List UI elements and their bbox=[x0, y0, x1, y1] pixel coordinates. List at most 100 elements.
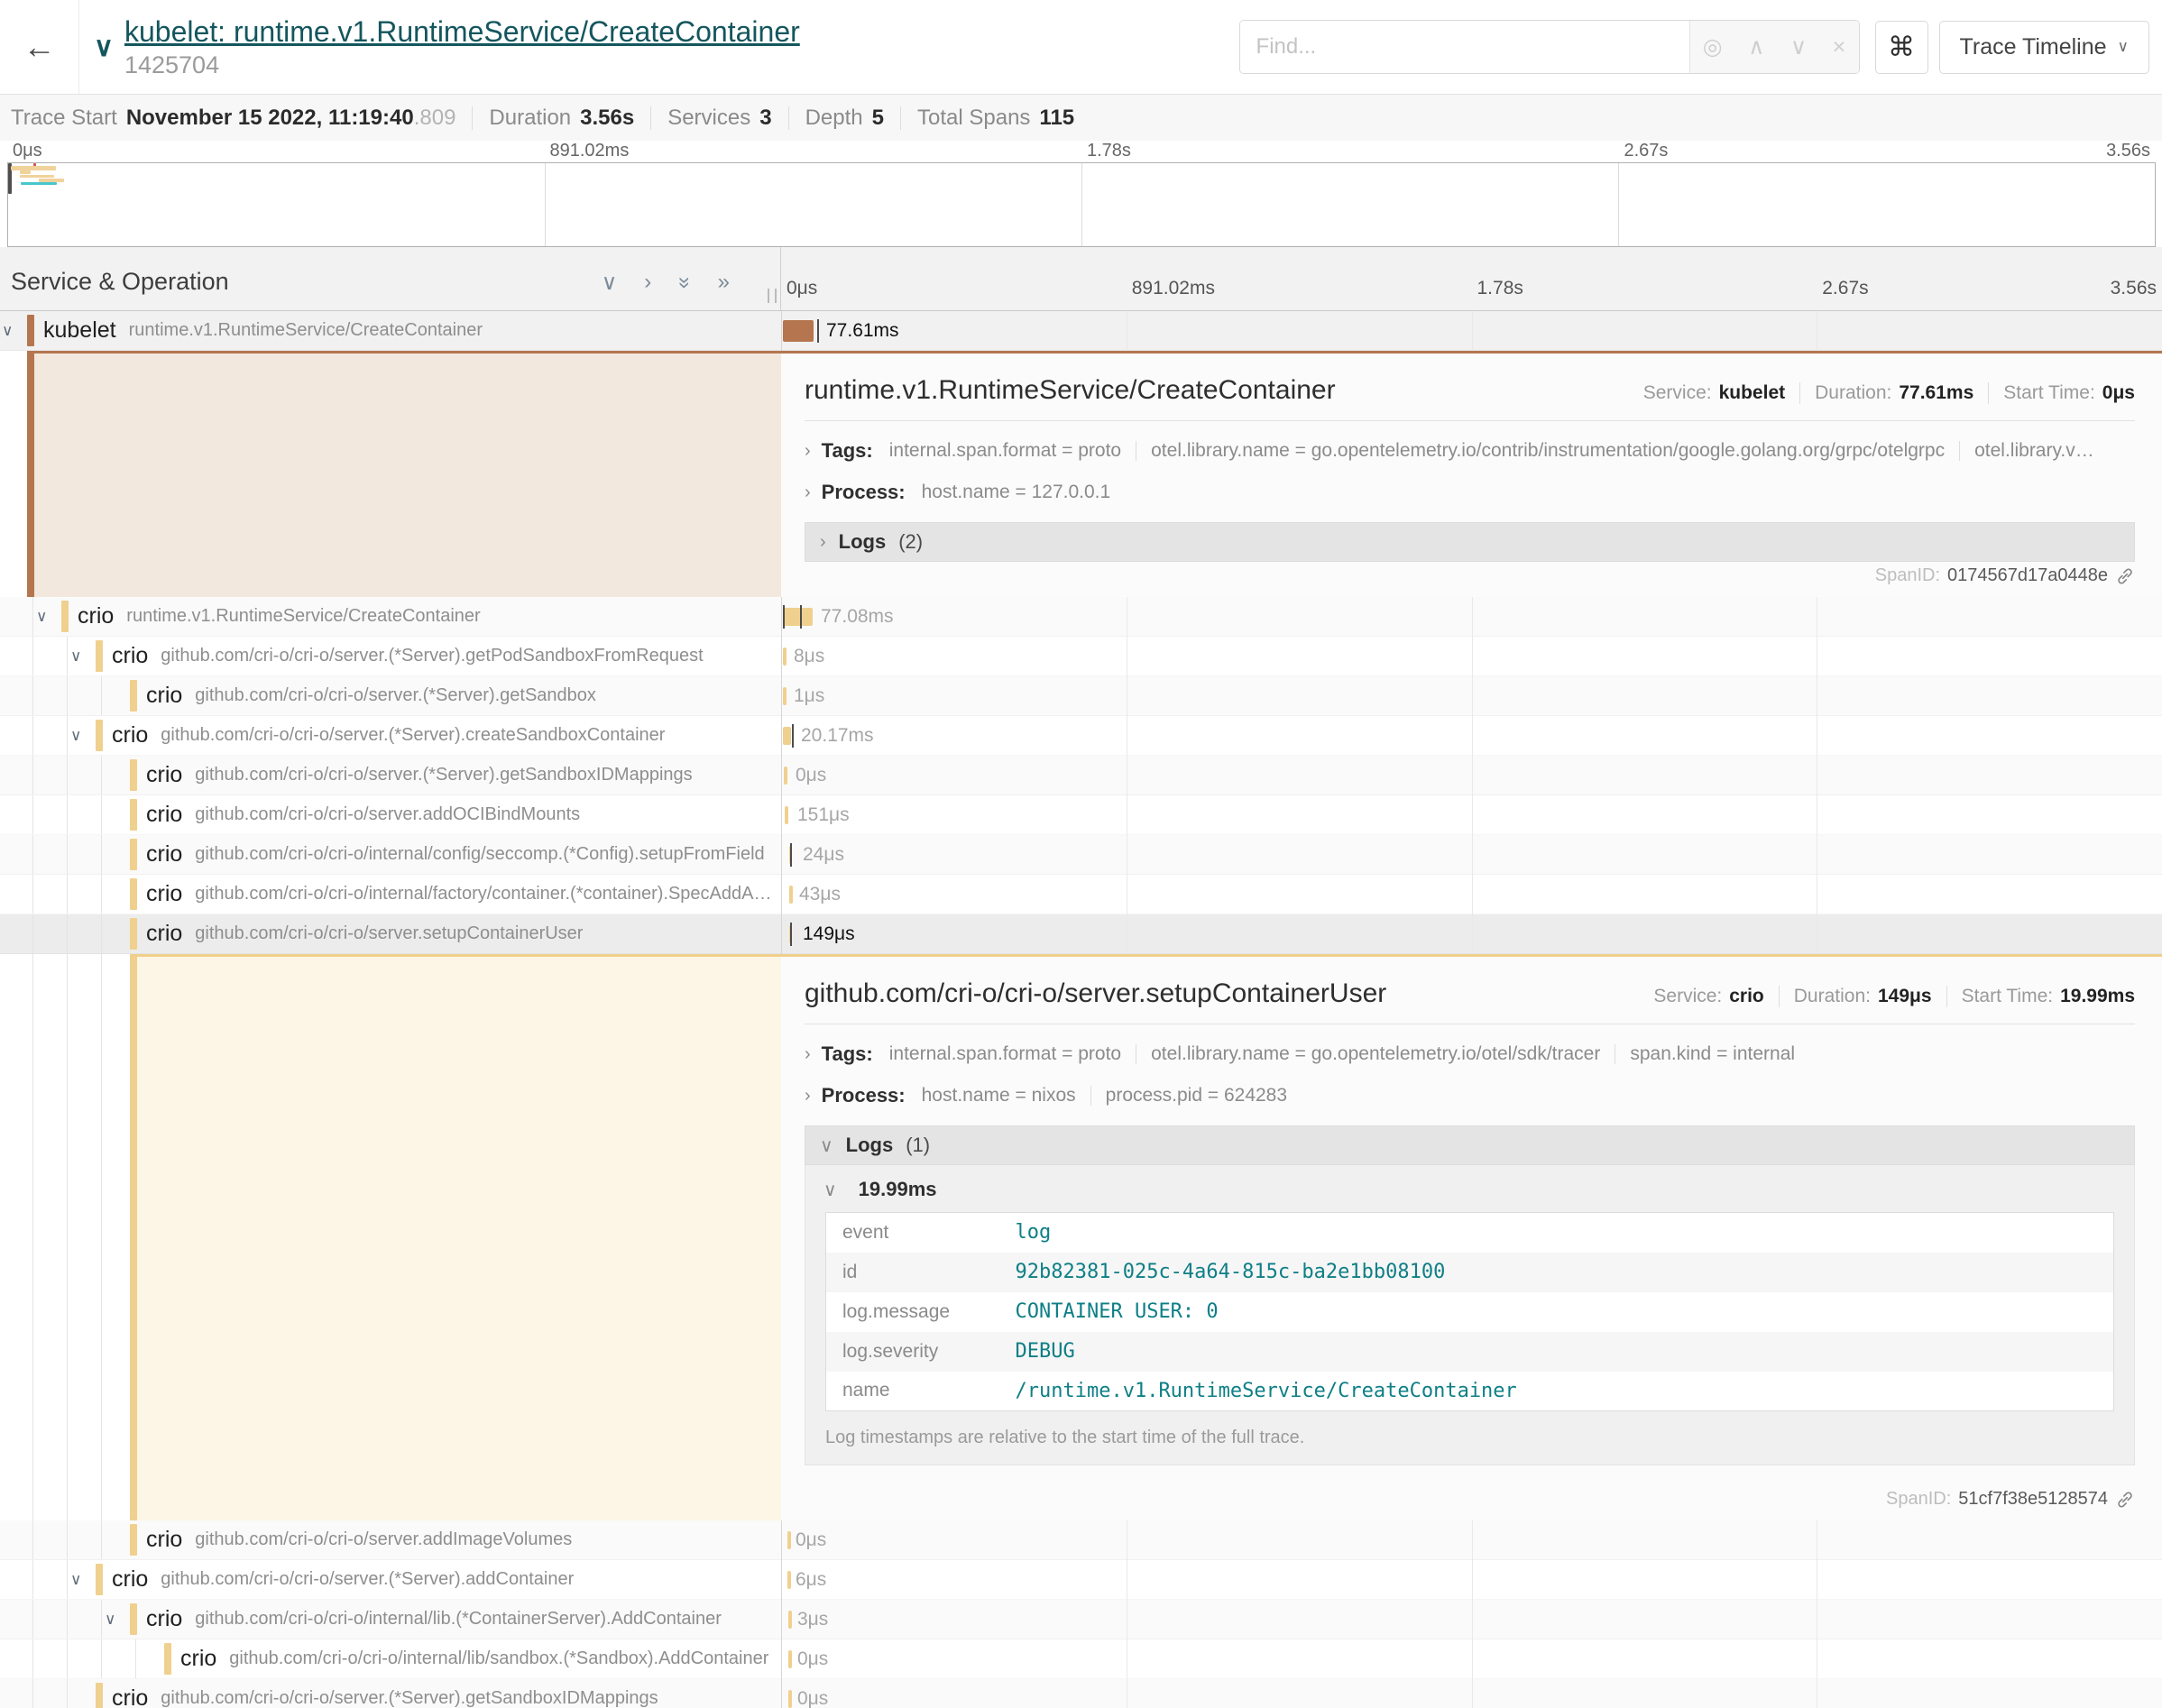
span-duration-bar[interactable] bbox=[788, 1611, 792, 1629]
locate-icon[interactable]: ◎ bbox=[1703, 33, 1723, 60]
span-row[interactable]: criogithub.com/cri-o/cri-o/internal/fact… bbox=[0, 875, 2162, 914]
span-name-cell[interactable]: ∨kubeletruntime.v1.RuntimeService/Create… bbox=[0, 311, 781, 350]
span-row[interactable]: criogithub.com/cri-o/cri-o/internal/lib/… bbox=[0, 1639, 2162, 1679]
logs-toggle-bar[interactable]: ∨ Logs (1) bbox=[805, 1125, 2135, 1165]
span-duration-bar[interactable] bbox=[788, 1650, 792, 1668]
span-detail-card: github.com/cri-o/cri-o/server.setupConta… bbox=[781, 954, 2162, 1520]
span-duration-bar[interactable] bbox=[783, 647, 787, 666]
span-name-cell[interactable]: criogithub.com/cri-o/cri-o/internal/lib/… bbox=[0, 1639, 781, 1678]
process-row[interactable]: › Process: host.name = 127.0.0.1 bbox=[805, 481, 2135, 504]
collapse-chevron-icon[interactable]: ∨ bbox=[70, 1571, 81, 1589]
log-entry-toggle[interactable]: ∨ 19.99ms bbox=[822, 1165, 2118, 1212]
span-timeline-cell[interactable]: 77.61ms bbox=[781, 311, 2162, 350]
trace-collapse-chevron-icon[interactable]: ∨ bbox=[94, 32, 114, 63]
span-name-cell[interactable]: ∨criogithub.com/cri-o/cri-o/server.(*Ser… bbox=[0, 637, 781, 675]
span-row[interactable]: ∨criogithub.com/cri-o/cri-o/server.(*Ser… bbox=[0, 716, 2162, 756]
start-time-label: Start Time: bbox=[1962, 986, 2054, 1007]
span-row[interactable]: criogithub.com/cri-o/cri-o/internal/conf… bbox=[0, 835, 2162, 875]
back-button[interactable]: ← bbox=[0, 0, 79, 94]
span-name-cell[interactable]: criogithub.com/cri-o/cri-o/server.(*Serv… bbox=[0, 676, 781, 715]
collapse-chevron-icon[interactable]: ∨ bbox=[2, 322, 13, 340]
tags-row[interactable]: › Tags: internal.span.format = protootel… bbox=[805, 439, 2135, 463]
collapse-chevron-icon[interactable]: ∨ bbox=[70, 727, 81, 745]
span-row[interactable]: criogithub.com/cri-o/cri-o/server.(*Serv… bbox=[0, 756, 2162, 795]
collapse-one-icon[interactable]: ∨ bbox=[602, 270, 618, 296]
span-name-cell[interactable]: criogithub.com/cri-o/cri-o/server.setupC… bbox=[0, 914, 781, 953]
span-timeline-cell[interactable]: 24μs bbox=[781, 835, 2162, 874]
span-duration-bar[interactable] bbox=[783, 687, 787, 705]
span-duration-bar[interactable] bbox=[788, 1690, 792, 1708]
span-name-cell[interactable]: ∨crioruntime.v1.RuntimeService/CreateCon… bbox=[0, 597, 781, 636]
span-timeline-cell[interactable]: 151μs bbox=[781, 795, 2162, 834]
span-name-cell[interactable]: criogithub.com/cri-o/cri-o/server.addOCI… bbox=[0, 795, 781, 834]
span-duration-bar[interactable] bbox=[783, 727, 791, 745]
span-timeline-cell[interactable]: 77.08ms bbox=[781, 597, 2162, 636]
span-duration-bar[interactable] bbox=[785, 806, 788, 824]
span-timeline-cell[interactable]: 0μs bbox=[781, 1679, 2162, 1708]
span-timeline-cell[interactable]: 0μs bbox=[781, 1639, 2162, 1678]
span-duration-bar[interactable] bbox=[783, 608, 813, 626]
find-input[interactable] bbox=[1240, 21, 1689, 73]
expand-one-icon[interactable]: › bbox=[644, 270, 651, 296]
view-selector-dropdown[interactable]: Trace Timeline ∨ bbox=[1939, 21, 2149, 74]
span-name-cell[interactable]: ∨criogithub.com/cri-o/cri-o/server.(*Ser… bbox=[0, 1560, 781, 1599]
span-timeline-cell[interactable]: 149μs bbox=[781, 914, 2162, 953]
link-icon[interactable] bbox=[2115, 1490, 2135, 1510]
span-name-cell[interactable]: criogithub.com/cri-o/cri-o/server.(*Serv… bbox=[0, 1679, 781, 1708]
keyboard-shortcuts-button[interactable]: ⌘ bbox=[1875, 21, 1928, 74]
span-timeline-cell[interactable]: 1μs bbox=[781, 676, 2162, 715]
log-field-key: log.severity bbox=[826, 1332, 1016, 1372]
span-duration-bar[interactable] bbox=[789, 886, 793, 904]
span-row[interactable]: ∨criogithub.com/cri-o/cri-o/server.(*Ser… bbox=[0, 1560, 2162, 1600]
process-row[interactable]: › Process: host.name = nixosprocess.pid … bbox=[805, 1084, 2135, 1107]
span-duration-bar[interactable] bbox=[787, 1571, 791, 1589]
span-timeline-cell[interactable]: 0μs bbox=[781, 756, 2162, 794]
span-name-cell[interactable]: ∨criogithub.com/cri-o/cri-o/server.(*Ser… bbox=[0, 716, 781, 755]
indent-guide bbox=[32, 1520, 33, 1559]
span-timeline-cell[interactable]: 43μs bbox=[781, 875, 2162, 914]
indent-guide bbox=[101, 1639, 102, 1678]
collapse-chevron-icon[interactable]: ∨ bbox=[36, 608, 47, 626]
span-row[interactable]: criogithub.com/cri-o/cri-o/server.addIma… bbox=[0, 1520, 2162, 1560]
span-timeline-cell[interactable]: 20.17ms bbox=[781, 716, 2162, 755]
span-duration-bar[interactable] bbox=[784, 767, 787, 785]
collapse-all-icon[interactable]: » bbox=[671, 277, 697, 289]
span-name-cell[interactable]: criogithub.com/cri-o/cri-o/server.(*Serv… bbox=[0, 756, 781, 794]
link-icon[interactable] bbox=[2115, 566, 2135, 586]
summary-item-value: 5 bbox=[872, 106, 884, 131]
span-row[interactable]: criogithub.com/cri-o/cri-o/server.(*Serv… bbox=[0, 676, 2162, 716]
trace-title-link[interactable]: kubelet: runtime.v1.RuntimeService/Creat… bbox=[124, 15, 800, 49]
minimap-canvas[interactable] bbox=[7, 162, 2156, 247]
span-row[interactable]: ∨criogithub.com/cri-o/cri-o/server.(*Ser… bbox=[0, 637, 2162, 676]
service-operation-header: Service & Operation bbox=[11, 268, 229, 296]
span-row[interactable]: ∨criogithub.com/cri-o/cri-o/internal/lib… bbox=[0, 1600, 2162, 1639]
span-row[interactable]: criogithub.com/cri-o/cri-o/server.setupC… bbox=[0, 914, 2162, 954]
prev-result-icon[interactable]: ∧ bbox=[1748, 33, 1764, 60]
span-duration-label: 151μs bbox=[797, 804, 850, 826]
logs-toggle-bar[interactable]: › Logs (2) bbox=[805, 522, 2135, 562]
span-timeline-cell[interactable]: 0μs bbox=[781, 1520, 2162, 1559]
expand-all-icon[interactable]: » bbox=[718, 270, 730, 296]
span-row[interactable]: ∨crioruntime.v1.RuntimeService/CreateCon… bbox=[0, 597, 2162, 637]
span-duration-bar[interactable] bbox=[783, 320, 814, 342]
span-name-cell[interactable]: ∨criogithub.com/cri-o/cri-o/internal/lib… bbox=[0, 1600, 781, 1639]
span-row[interactable]: ∨kubeletruntime.v1.RuntimeService/Create… bbox=[0, 311, 2162, 351]
span-timeline-cell[interactable]: 8μs bbox=[781, 637, 2162, 675]
span-row[interactable]: criogithub.com/cri-o/cri-o/server.(*Serv… bbox=[0, 1679, 2162, 1708]
span-timeline-cell[interactable]: 3μs bbox=[781, 1600, 2162, 1639]
span-name-cell[interactable]: criogithub.com/cri-o/cri-o/server.addIma… bbox=[0, 1520, 781, 1559]
next-result-icon[interactable]: ∨ bbox=[1790, 33, 1807, 60]
span-id-line: SpanID: 51cf7f38e5128574 bbox=[1886, 1489, 2135, 1510]
span-name-cell[interactable]: criogithub.com/cri-o/cri-o/internal/conf… bbox=[0, 835, 781, 874]
span-name-cell[interactable]: criogithub.com/cri-o/cri-o/internal/fact… bbox=[0, 875, 781, 914]
indent-guide bbox=[32, 676, 33, 715]
span-row[interactable]: criogithub.com/cri-o/cri-o/server.addOCI… bbox=[0, 795, 2162, 835]
log-field-key: name bbox=[826, 1372, 1016, 1411]
column-resizer-handle[interactable] bbox=[768, 289, 777, 303]
span-timeline-cell[interactable]: 6μs bbox=[781, 1560, 2162, 1599]
collapse-chevron-icon[interactable]: ∨ bbox=[105, 1611, 115, 1629]
tags-row[interactable]: › Tags: internal.span.format = protootel… bbox=[805, 1042, 2135, 1066]
clear-search-icon[interactable]: × bbox=[1833, 34, 1846, 60]
span-duration-bar[interactable] bbox=[787, 1531, 791, 1549]
collapse-chevron-icon[interactable]: ∨ bbox=[70, 647, 81, 666]
